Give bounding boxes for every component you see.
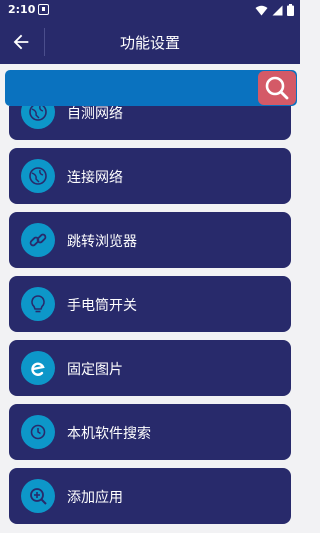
list-item-open-browser[interactable]: 跳转浏览器 xyxy=(9,212,291,268)
list-item-label: 本机软件搜索 xyxy=(67,426,151,442)
list-item-connect-network[interactable]: 连接网络 xyxy=(9,148,291,204)
globe-icon xyxy=(21,106,55,129)
clock-search-icon xyxy=(21,415,55,449)
globe-icon xyxy=(21,159,55,193)
notification-icon xyxy=(38,4,49,15)
list-item-local-app-search[interactable]: 本机软件搜索 xyxy=(9,404,291,460)
status-icons xyxy=(255,4,294,16)
list-item-label: 固定图片 xyxy=(67,362,123,378)
list-item-self-test-network[interactable]: 自测网络 xyxy=(9,106,291,140)
search-input[interactable] xyxy=(5,70,297,106)
list-item-flashlight-toggle[interactable]: 手电筒开关 xyxy=(9,276,291,332)
battery-icon xyxy=(287,4,294,16)
app-bar: 功能设置 xyxy=(0,20,300,64)
zoom-in-icon xyxy=(21,479,55,513)
page-title: 功能设置 xyxy=(119,34,180,52)
search-icon xyxy=(265,76,289,100)
status-time: 2:10 xyxy=(8,3,36,16)
bulb-icon xyxy=(21,287,55,321)
list-item-add-app[interactable]: 添加应用 xyxy=(9,468,291,524)
list-item-label: 手电筒开关 xyxy=(67,298,137,314)
signal-icon xyxy=(272,5,283,15)
status-bar: 2:10 xyxy=(0,0,300,20)
function-list: 自测网络 连接网络 跳转浏览器 手电筒开关 固定图片 本机软件搜索 添加应用 xyxy=(0,106,300,533)
list-item-label: 跳转浏览器 xyxy=(67,234,137,250)
list-item-label: 自测网络 xyxy=(67,106,123,122)
search-button[interactable] xyxy=(258,71,296,105)
e-icon xyxy=(21,351,55,385)
list-item-label: 添加应用 xyxy=(67,490,123,506)
list-item-label: 连接网络 xyxy=(67,170,123,186)
wifi-icon xyxy=(255,5,268,15)
link-icon xyxy=(21,223,55,257)
list-item-fixed-image[interactable]: 固定图片 xyxy=(9,340,291,396)
